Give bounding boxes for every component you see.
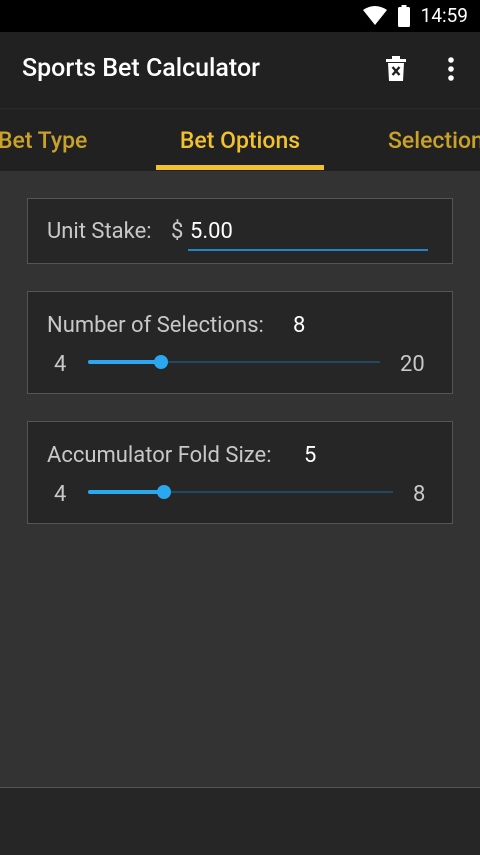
currency-symbol: $ (171, 219, 184, 244)
selections-card: Number of Selections: 8 4 20 (27, 291, 453, 394)
delete-icon[interactable] (379, 52, 413, 86)
selections-min: 4 (54, 352, 67, 377)
fold-size-max: 8 (413, 482, 426, 507)
battery-icon (398, 5, 410, 31)
app-title: Sports Bet Calculator (22, 54, 260, 83)
selections-slider-thumb[interactable] (154, 355, 168, 369)
fold-size-min: 4 (54, 482, 67, 507)
unit-stake-label: Unit Stake: (47, 219, 152, 244)
unit-stake-input[interactable]: 5.00 (190, 219, 233, 244)
selections-label: Number of Selections: (47, 313, 264, 338)
bottom-bar (0, 787, 480, 855)
tab-bet-type[interactable]: Bet Type (0, 109, 94, 171)
unit-stake-card: Unit Stake: $ 5.00 (27, 198, 453, 264)
app-bar: Sports Bet Calculator (0, 32, 480, 108)
tab-indicator (156, 165, 324, 170)
selections-slider-fill (88, 360, 161, 364)
fold-size-label: Accumulator Fold Size: (47, 443, 272, 468)
unit-stake-underline (188, 249, 428, 251)
fold-size-value: 5 (304, 443, 317, 468)
selections-max: 20 (400, 352, 425, 377)
tab-selections[interactable]: Selections (388, 109, 480, 171)
tab-bar: Bet Type Bet Options Selections (0, 108, 480, 171)
fold-size-card: Accumulator Fold Size: 5 4 8 (27, 421, 453, 524)
status-bar: 14:59 (0, 0, 480, 32)
more-vert-icon[interactable] (434, 52, 468, 86)
tab-bet-options[interactable]: Bet Options (156, 109, 324, 171)
selections-value: 8 (293, 313, 306, 338)
fold-size-slider-fill (88, 490, 165, 494)
status-time: 14:59 (420, 4, 468, 27)
fold-size-slider-thumb[interactable] (157, 485, 172, 499)
wifi-icon (362, 6, 388, 30)
